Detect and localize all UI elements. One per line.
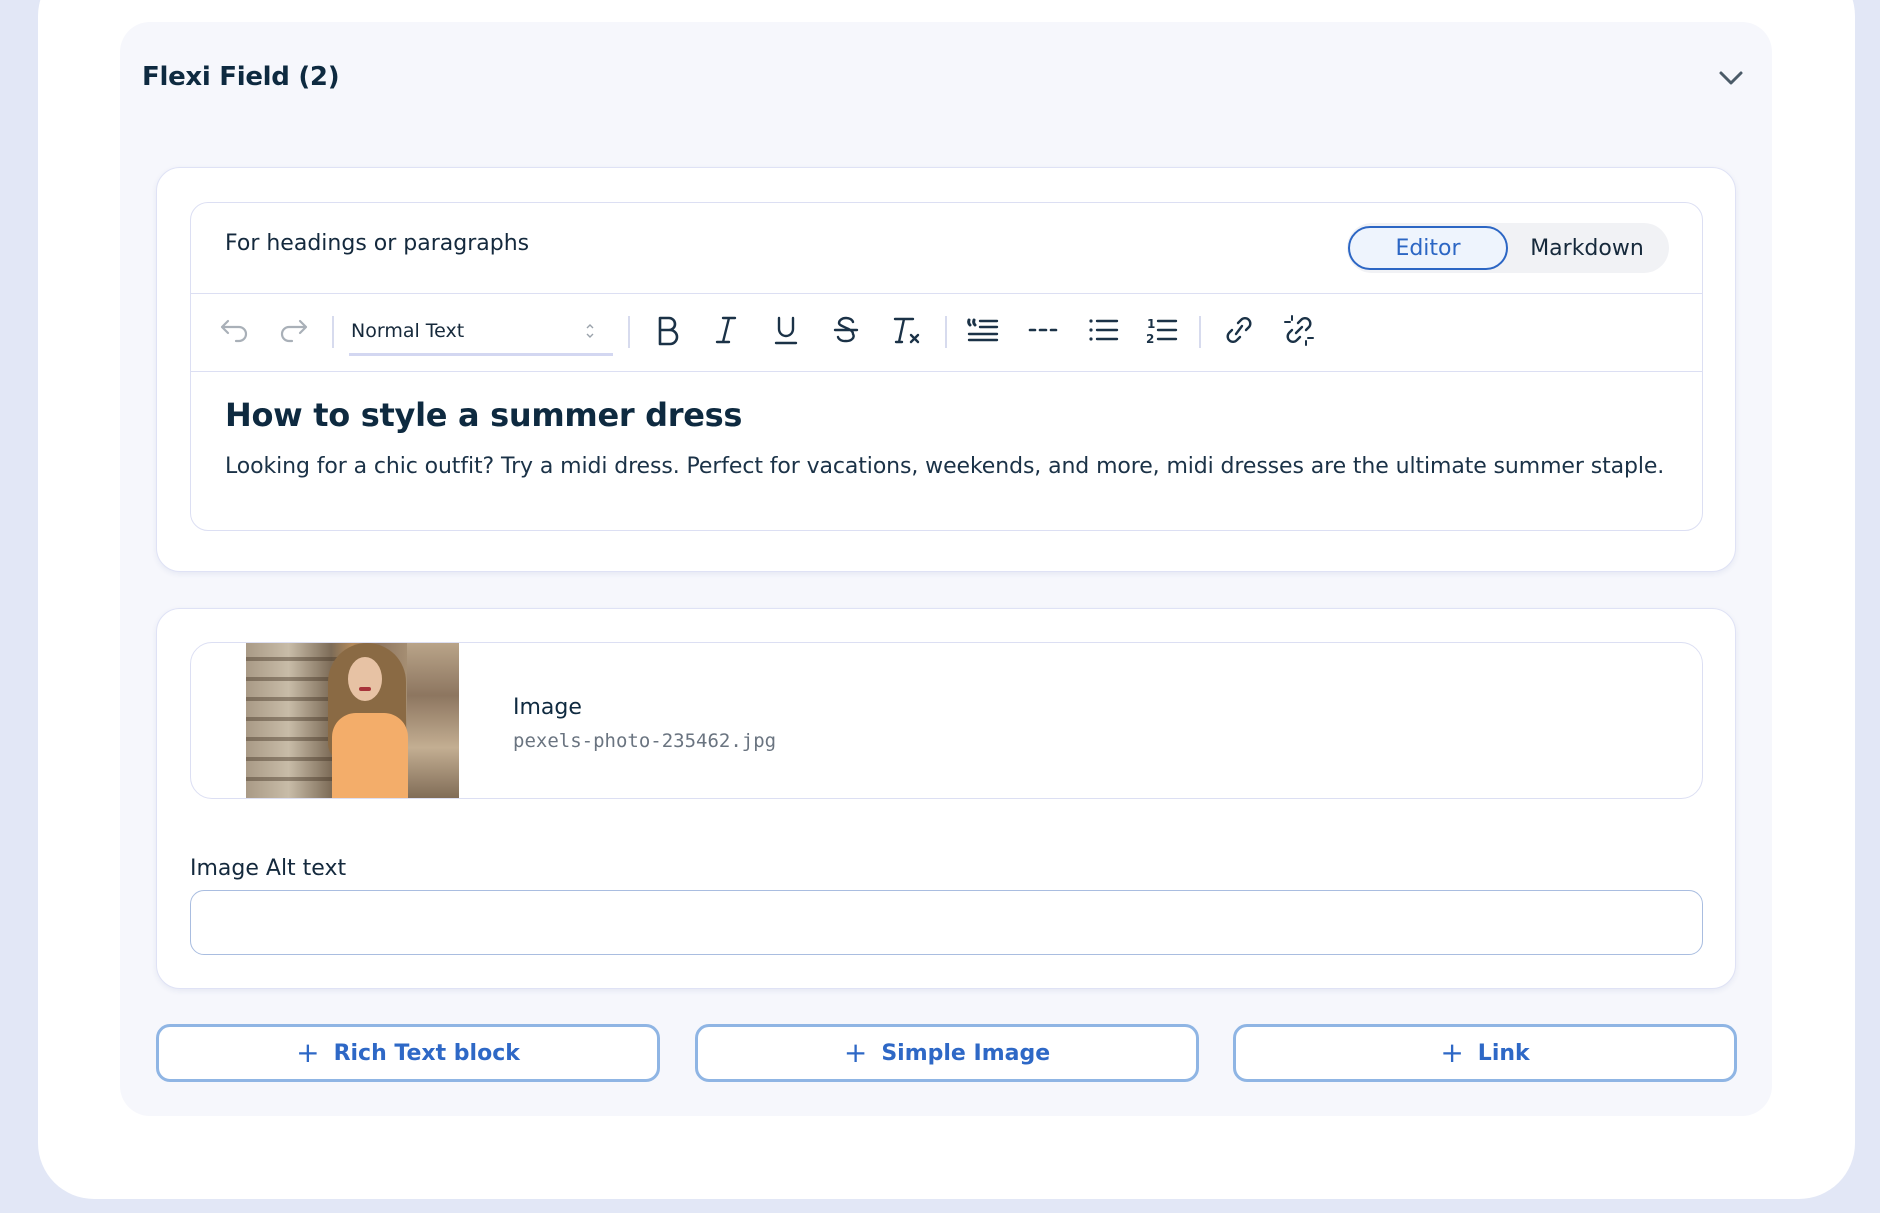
plus-icon: + (843, 1036, 868, 1069)
toolbar-divider (945, 316, 947, 348)
field-label: For headings or paragraphs (225, 231, 530, 256)
content-paragraph[interactable]: Looking for a chic outfit? Try a midi dr… (225, 454, 1668, 479)
unlink-icon[interactable] (1279, 310, 1319, 350)
add-link-button[interactable]: + Link (1233, 1024, 1737, 1082)
image-thumbnail (246, 643, 459, 798)
add-simple-image-button[interactable]: + Simple Image (695, 1024, 1199, 1082)
toolbar-divider (628, 316, 630, 348)
editor-content[interactable]: How to style a summer dress Looking for … (225, 396, 1668, 479)
select-arrows-icon (585, 322, 595, 344)
toggle-markdown-button[interactable]: Markdown (1512, 226, 1662, 270)
alt-text-input[interactable] (190, 890, 1703, 955)
toolbar-divider (332, 316, 334, 348)
italic-icon[interactable] (706, 310, 746, 350)
text-style-value: Normal Text (351, 320, 465, 342)
link-icon[interactable] (1219, 310, 1259, 350)
undo-icon[interactable] (215, 310, 255, 350)
button-label: Link (1477, 1040, 1530, 1066)
text-style-select[interactable]: Normal Text (349, 308, 613, 356)
add-rich-text-block-button[interactable]: + Rich Text block (156, 1024, 660, 1082)
bulleted-list-icon[interactable] (1083, 310, 1123, 350)
button-label: Simple Image (881, 1040, 1051, 1066)
chevron-down-icon[interactable] (1716, 66, 1746, 90)
blockquote-icon[interactable] (963, 310, 1003, 350)
mode-toggle: Editor Markdown (1347, 223, 1669, 273)
numbered-list-icon[interactable]: 12 (1142, 310, 1182, 350)
underline-icon[interactable] (766, 310, 806, 350)
svg-text:1: 1 (1147, 317, 1155, 331)
plus-icon: + (1440, 1036, 1464, 1069)
image-selector[interactable]: Image pexels-photo-235462.jpg (190, 642, 1703, 799)
editor-header: For headings or paragraphs Editor Markdo… (191, 203, 1702, 294)
image-file-name: pexels-photo-235462.jpg (513, 730, 777, 752)
svg-text:2: 2 (1146, 332, 1154, 346)
toggle-editor-button[interactable]: Editor (1348, 226, 1508, 270)
clear-formatting-icon[interactable] (887, 310, 927, 350)
content-heading[interactable]: How to style a summer dress (225, 396, 1668, 434)
bold-icon[interactable] (647, 310, 687, 350)
horizontal-rule-icon[interactable] (1023, 310, 1063, 350)
redo-icon[interactable] (273, 310, 313, 350)
image-field-label: Image (513, 695, 582, 720)
plus-icon: + (296, 1036, 320, 1069)
toolbar-divider (1199, 316, 1201, 348)
rich-text-editor: For headings or paragraphs Editor Markdo… (190, 202, 1703, 531)
alt-text-label: Image Alt text (190, 856, 347, 881)
editor-toolbar: Normal Text 12 (191, 294, 1702, 372)
flexi-field-title: Flexi Field (2) (142, 62, 340, 92)
strikethrough-icon[interactable] (826, 310, 866, 350)
button-label: Rich Text block (333, 1040, 520, 1066)
